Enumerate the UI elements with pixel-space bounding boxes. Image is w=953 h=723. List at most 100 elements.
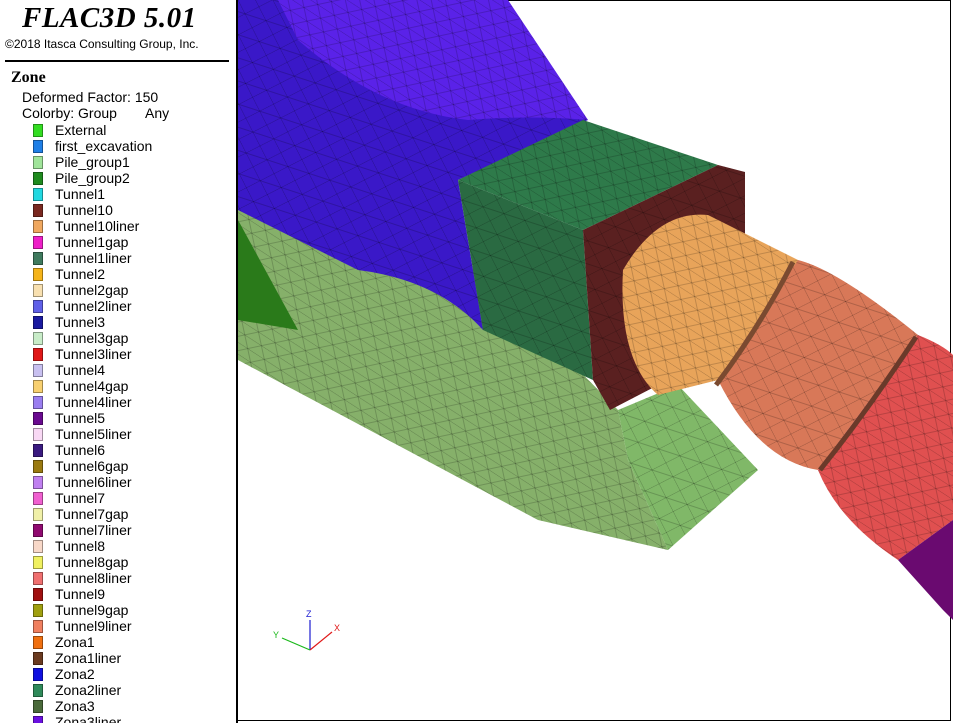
y-axis-label: Y — [273, 630, 279, 640]
legend-swatch — [33, 331, 43, 345]
legend-item: Tunnel5 — [33, 410, 152, 426]
legend-item: Tunnel4gap — [33, 378, 152, 394]
legend-swatch — [33, 123, 43, 137]
legend-swatch — [33, 363, 43, 377]
legend-label: Tunnel6 — [55, 442, 106, 458]
legend-swatch — [33, 635, 43, 649]
legend-swatch — [33, 379, 43, 393]
legend-swatch — [33, 507, 43, 521]
legend-label: Zona3 — [55, 698, 95, 714]
legend-item: Tunnel7gap — [33, 506, 152, 522]
legend-item: first_excavation — [33, 138, 152, 154]
legend-item: Tunnel3 — [33, 314, 152, 330]
legend-label: Tunnel10 — [55, 202, 113, 218]
model-viewport[interactable]: Z X Y — [238, 0, 953, 723]
legend-item: Zona3 — [33, 698, 152, 714]
legend-item: Tunnel7 — [33, 490, 152, 506]
legend-label: Tunnel2gap — [55, 282, 129, 298]
legend-label: Tunnel8liner — [55, 570, 132, 586]
legend-swatch — [33, 619, 43, 633]
legend-item: Zona1liner — [33, 650, 152, 666]
legend-item: Tunnel7liner — [33, 522, 152, 538]
legend-label: Pile_group1 — [55, 154, 130, 170]
legend-swatch — [33, 347, 43, 361]
copyright-text: ©2018 Itasca Consulting Group, Inc. — [5, 37, 199, 51]
legend-swatch — [33, 667, 43, 681]
legend-item: Tunnel3liner — [33, 346, 152, 362]
legend-item: Tunnel8liner — [33, 570, 152, 586]
legend-label: Zona2liner — [55, 682, 122, 698]
legend-swatch — [33, 267, 43, 281]
legend-swatch — [33, 587, 43, 601]
legend-swatch — [33, 187, 43, 201]
legend-label: Tunnel1liner — [55, 250, 132, 266]
legend-label: Tunnel2 — [55, 266, 106, 282]
legend-item: External — [33, 122, 152, 138]
legend-swatch — [33, 715, 43, 723]
legend-swatch — [33, 651, 43, 665]
legend-label: Zona3liner — [55, 714, 122, 723]
legend-label: Tunnel5liner — [55, 426, 132, 442]
group-legend-list: External first_excavation Pile_group1 Pile_… — [33, 122, 152, 723]
legend-swatch — [33, 411, 43, 425]
legend-label: Tunnel3 — [55, 314, 106, 330]
colorby-scope: Any — [145, 105, 170, 121]
legend-label: Tunnel2liner — [55, 298, 132, 314]
legend-item: Tunnel8 — [33, 538, 152, 554]
legend-swatch — [33, 427, 43, 441]
legend-item: Tunnel8gap — [33, 554, 152, 570]
axis-triad: Z X Y — [273, 609, 340, 651]
legend-item: Tunnel4liner — [33, 394, 152, 410]
legend-item: Tunnel10liner — [33, 218, 152, 234]
legend-swatch — [33, 203, 43, 217]
legend-item: Tunnel6gap — [33, 458, 152, 474]
legend-label: first_excavation — [55, 138, 153, 154]
legend-label: Zona2 — [55, 666, 95, 682]
legend-swatch — [33, 571, 43, 585]
legend-swatch — [33, 683, 43, 697]
legend-label: Tunnel9gap — [55, 602, 129, 618]
legend-heading: Zone — [11, 69, 46, 86]
title-divider — [5, 60, 229, 62]
legend-swatch — [33, 283, 43, 297]
legend-item: Zona2liner — [33, 682, 152, 698]
legend-item: Tunnel1gap — [33, 234, 152, 250]
legend-item: Tunnel3gap — [33, 330, 152, 346]
legend-swatch — [33, 155, 43, 169]
legend-label: Tunnel7liner — [55, 522, 132, 538]
legend-item: Zona2 — [33, 666, 152, 682]
legend-swatch — [33, 603, 43, 617]
legend-item: Tunnel1 — [33, 186, 152, 202]
colorby-label: Colorby: Group — [22, 105, 117, 121]
legend-item: Tunnel1liner — [33, 250, 152, 266]
legend-item: Tunnel2liner — [33, 298, 152, 314]
legend-label: Tunnel9 — [55, 586, 106, 602]
legend-swatch — [33, 171, 43, 185]
legend-swatch — [33, 523, 43, 537]
model-render: Z X Y — [238, 0, 953, 651]
legend-label: Pile_group2 — [55, 170, 130, 186]
legend-label: Tunnel8gap — [55, 554, 129, 570]
app-title: FLAC3D 5.01 — [22, 2, 197, 34]
legend-item: Pile_group1 — [33, 154, 152, 170]
legend-label: Tunnel6gap — [55, 458, 129, 474]
deformed-factor-label: Deformed Factor: 150 — [22, 89, 159, 105]
legend-label: Tunnel1 — [55, 186, 106, 202]
legend-swatch — [33, 699, 43, 713]
legend-item: Tunnel2 — [33, 266, 152, 282]
legend-item: Tunnel6 — [33, 442, 152, 458]
legend-item: Tunnel9 — [33, 586, 152, 602]
legend-swatch — [33, 459, 43, 473]
legend-swatch — [33, 219, 43, 233]
legend-item: Tunnel5liner — [33, 426, 152, 442]
legend-label: Tunnel7 — [55, 490, 106, 506]
legend-label: Tunnel9liner — [55, 618, 132, 634]
z-axis-label: Z — [306, 609, 312, 619]
legend-swatch — [33, 443, 43, 457]
legend-label: Tunnel3liner — [55, 346, 132, 362]
legend-swatch — [33, 395, 43, 409]
legend-label: Tunnel5 — [55, 410, 106, 426]
legend-item: Tunnel9liner — [33, 618, 152, 634]
legend-swatch — [33, 555, 43, 569]
legend-item: Tunnel10 — [33, 202, 152, 218]
